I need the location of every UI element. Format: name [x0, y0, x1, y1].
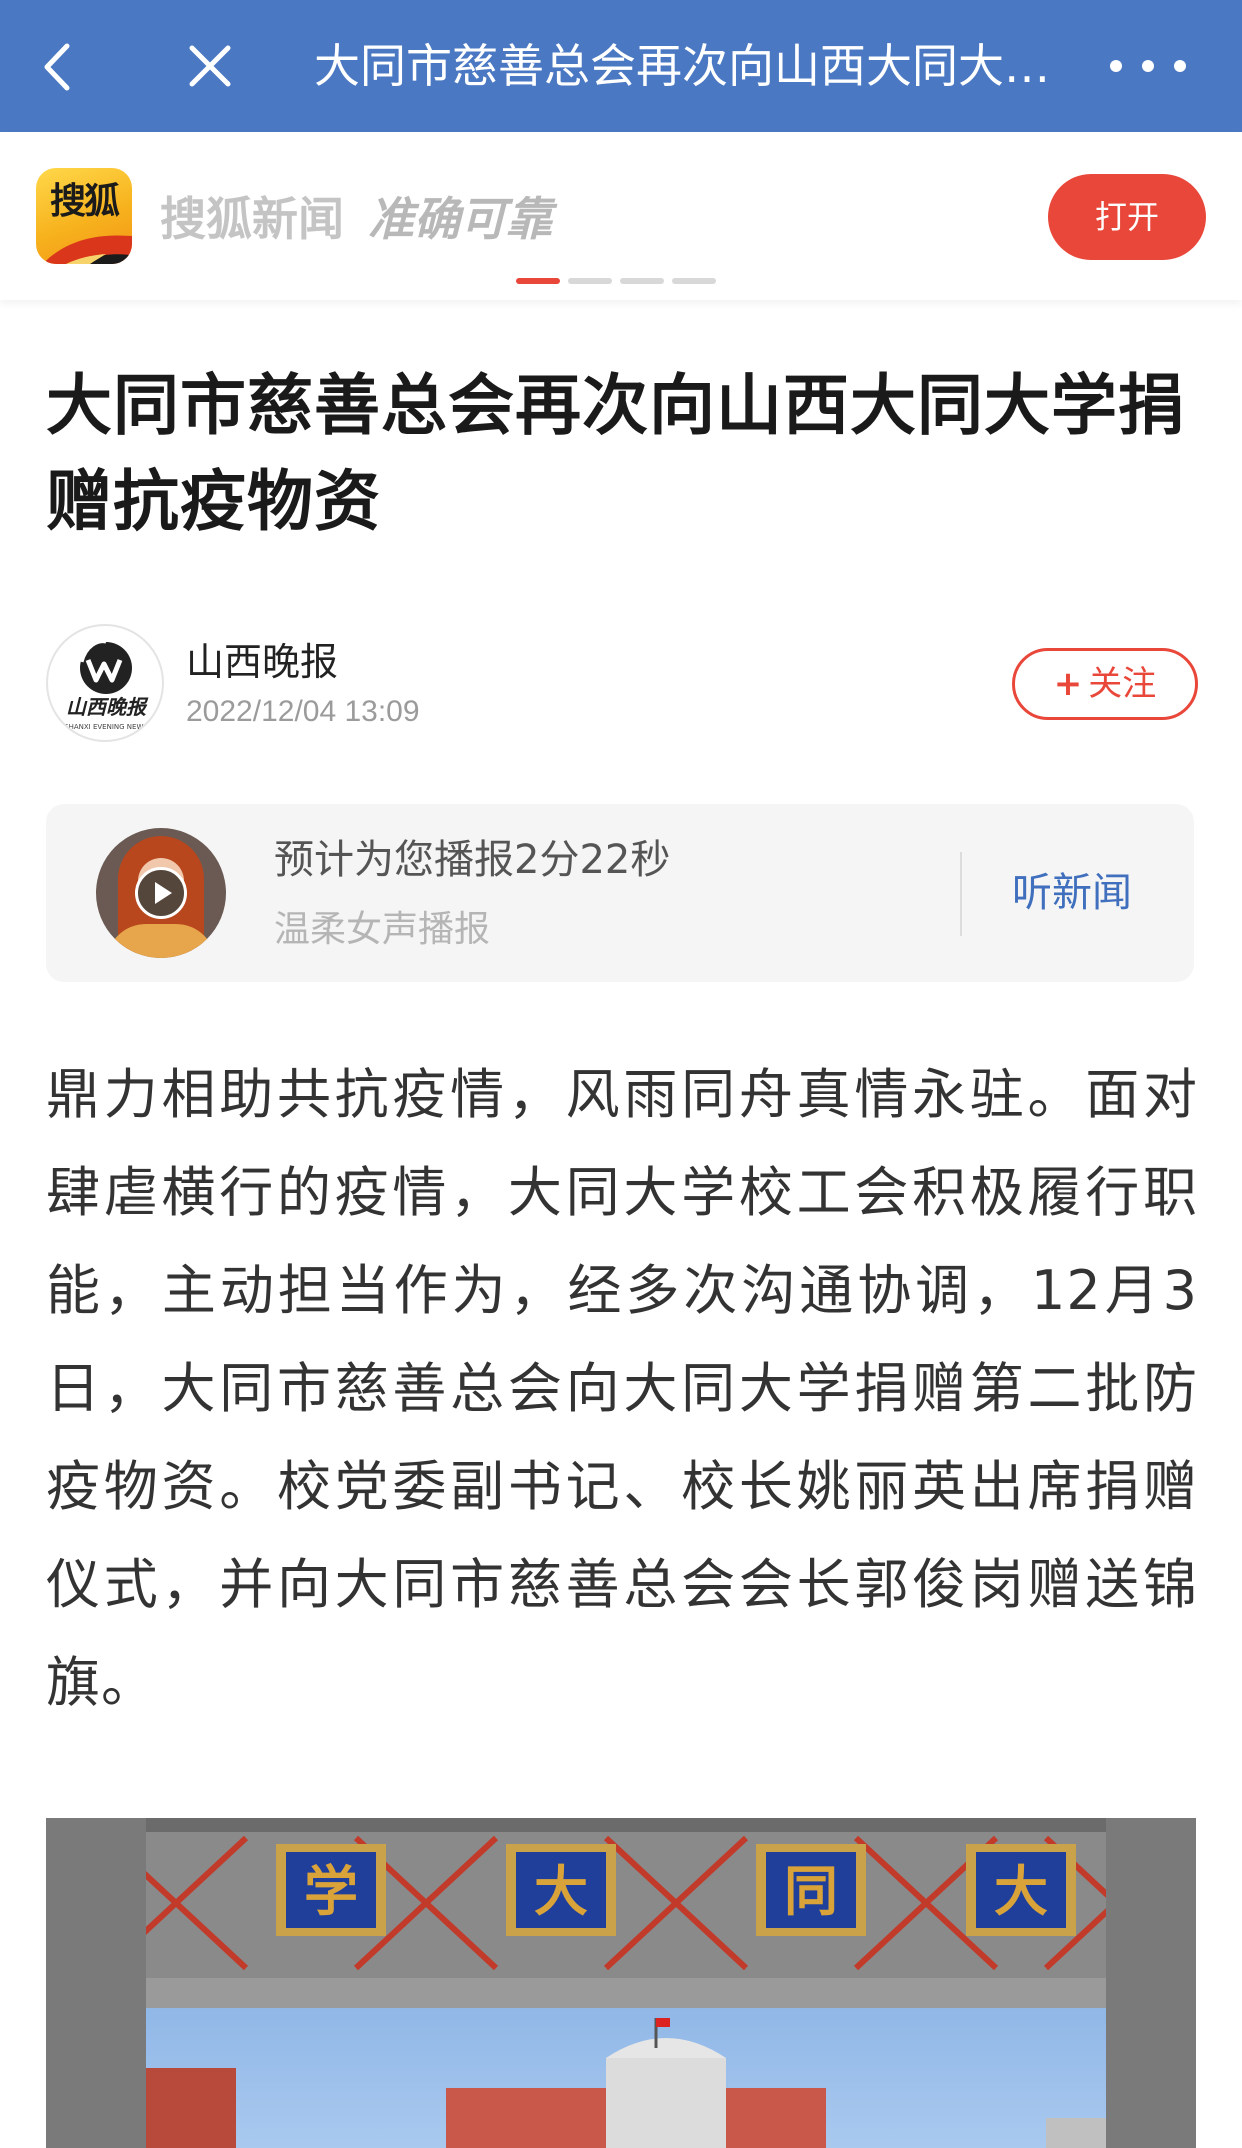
shanxi-evening-news-logo: 山西晚报 SHANXI EVENING NEWS: [64, 640, 149, 731]
page-title: 大同市慈善总会再次向山西大同大学捐赠抗疫物资: [314, 39, 1074, 93]
author-row: 山西晚报 SHANXI EVENING NEWS 山西晚报 2022/12/04…: [46, 624, 1198, 744]
chevron-left-icon[interactable]: [36, 40, 76, 94]
university-gate-photo: 学 大 同 大: [46, 1818, 1196, 2148]
audio-duration-text: 预计为您播报2分22秒: [274, 837, 671, 883]
carousel-dot[interactable]: [620, 278, 664, 284]
carousel-indicator: [516, 278, 716, 284]
follow-label: 关注: [1088, 664, 1157, 704]
more-icon[interactable]: [1110, 44, 1186, 88]
follow-button[interactable]: + 关注: [1012, 648, 1198, 720]
gate-character: 大: [994, 1859, 1048, 1923]
top-navigation-bar: 大同市慈善总会再次向山西大同大学捐赠抗疫物资: [0, 0, 1242, 132]
narrator-avatar[interactable]: [96, 828, 226, 958]
listen-news-button[interactable]: 听新闻: [1012, 864, 1132, 922]
publish-time: 2022/12/04 13:09: [186, 695, 420, 728]
article-body: 鼎力相助共抗疫情，风雨同舟真情永驻。面对肆虐横行的疫情，大同大学校工会积极履行职…: [46, 1063, 1198, 1714]
slogan-name: 搜狐新闻: [160, 192, 344, 246]
carousel-dot[interactable]: [568, 278, 612, 284]
svg-text:山西晚报: 山西晚报: [66, 695, 149, 719]
divider: [960, 852, 962, 936]
author-avatar[interactable]: 山西晚报 SHANXI EVENING NEWS: [46, 624, 164, 742]
carousel-dot[interactable]: [516, 278, 560, 284]
app-promo-banner[interactable]: 搜狐 搜狐新闻 准确可靠 打开: [0, 132, 1242, 300]
author-name[interactable]: 山西晚报: [186, 640, 338, 684]
open-app-button[interactable]: 打开: [1048, 174, 1206, 260]
close-icon[interactable]: [182, 38, 238, 94]
audio-voice-text: 温柔女声播报: [274, 909, 491, 950]
article-title: 大同市慈善总会再次向山西大同大学捐赠抗疫物资: [46, 367, 1185, 540]
svg-text:SHANXI EVENING NEWS: SHANXI EVENING NEWS: [64, 723, 148, 731]
audio-news-card[interactable]: 预计为您播报2分22秒 温柔女声播报 听新闻: [46, 804, 1194, 982]
banner-slogan: 搜狐新闻 准确可靠: [160, 174, 552, 258]
carousel-dot[interactable]: [672, 278, 716, 284]
article-image[interactable]: 学 大 同 大: [46, 1818, 1196, 2148]
plus-icon: +: [1053, 664, 1083, 704]
fox-tail-icon: [42, 235, 132, 264]
play-icon[interactable]: [135, 867, 187, 919]
gate-character: 同: [784, 1859, 838, 1923]
gate-character: 大: [534, 1859, 588, 1923]
slogan-tagline: 准确可靠: [368, 192, 552, 246]
sohu-app-logo: 搜狐: [36, 168, 132, 264]
gate-character: 学: [304, 1859, 358, 1923]
logo-text: 搜狐: [49, 181, 120, 222]
